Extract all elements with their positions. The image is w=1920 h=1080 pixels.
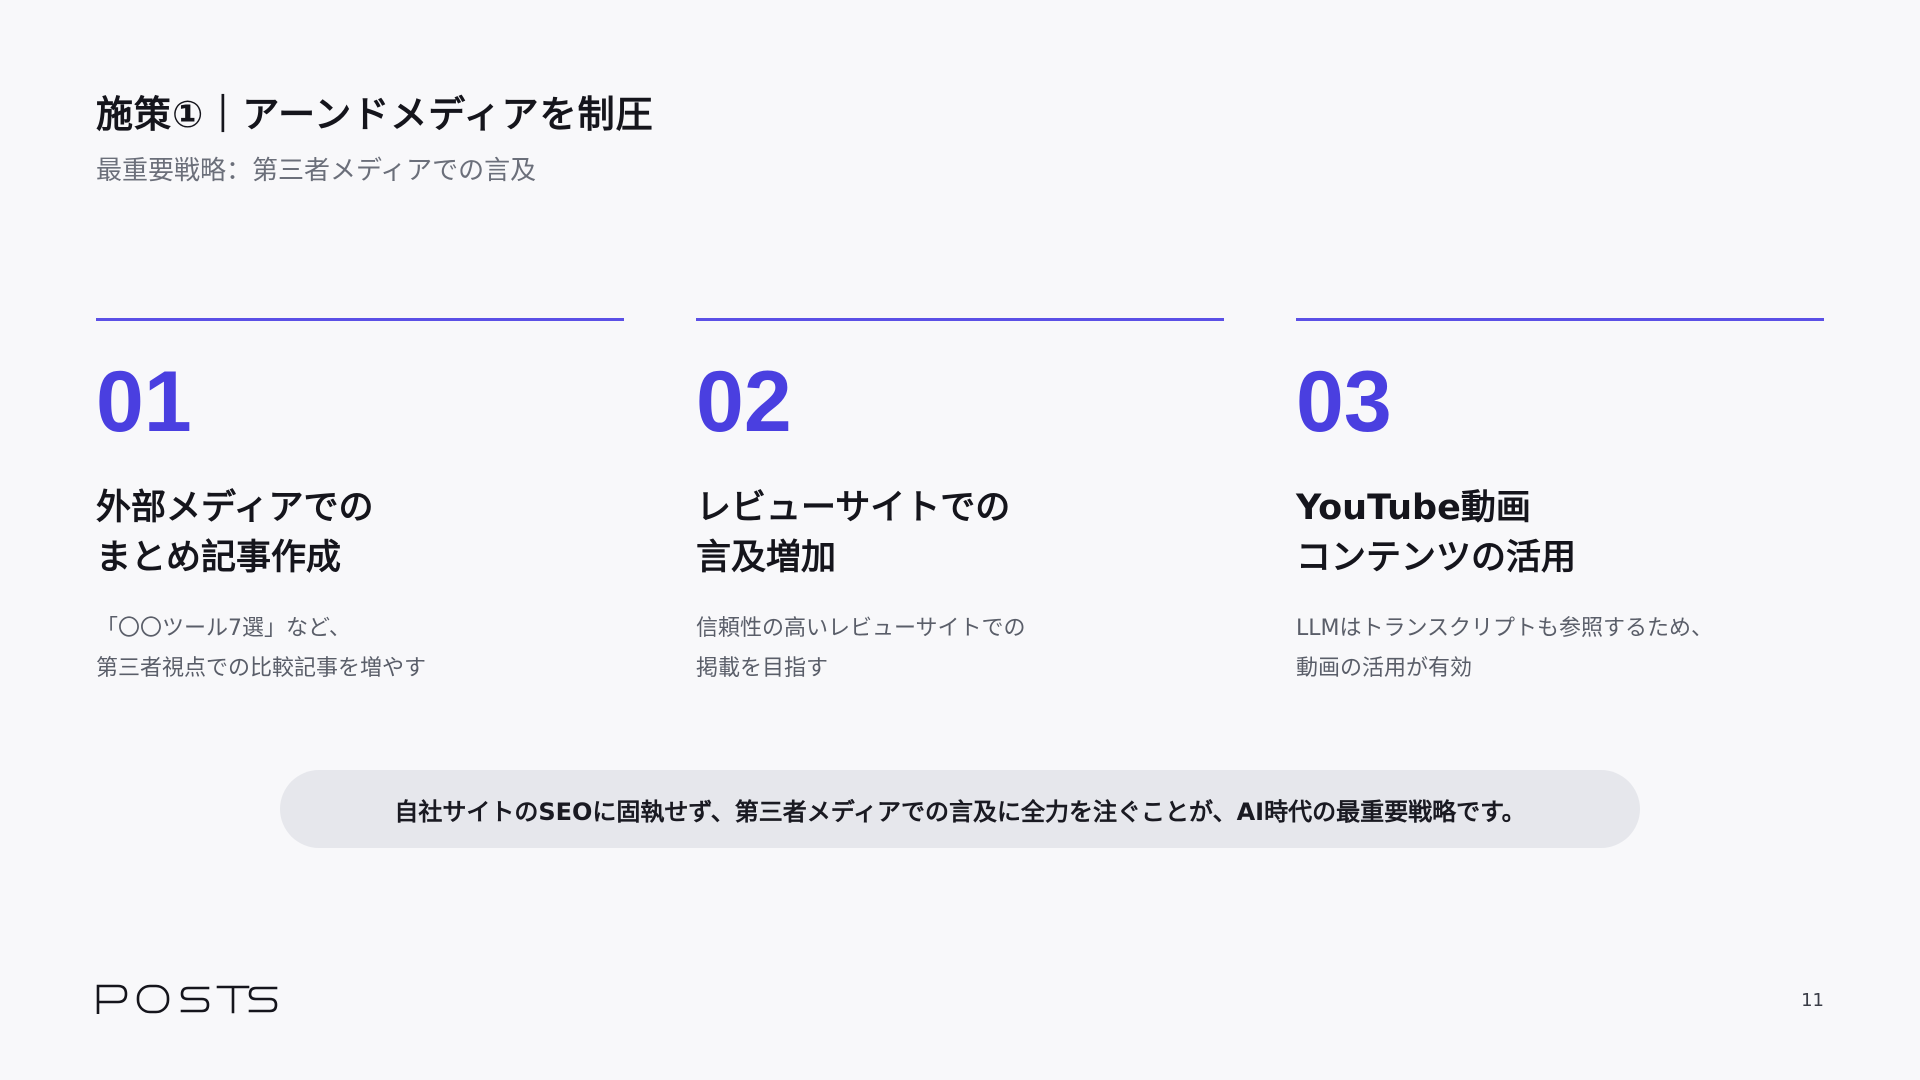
strategy-column-03: 03 YouTube動画 コンテンツの活用 LLMはトランスクリプトも参照するた… (1296, 318, 1824, 689)
key-message-banner: 自社サイトのSEOに固執せず、第三者メディアでの言及に全力を注ぐことが、AI時代… (280, 770, 1640, 848)
column-number: 01 (96, 354, 192, 450)
banner-text: 自社サイトのSEOに固執せず、第三者メディアでの言及に全力を注ぐことが、AI時代… (394, 797, 1526, 826)
column-body: 「〇〇ツール7選」など、 第三者視点での比較記事を増やす (96, 616, 427, 681)
strategy-columns: 01 外部メディアでの まとめ記事作成 「〇〇ツール7選」など、 第三者視点での… (96, 318, 1824, 689)
strategy-column-02: 02 レビューサイトでの 言及増加 信頼性の高いレビューサイトでの 掲載を目指す (696, 318, 1224, 689)
page-title: 施策①｜アーンドメディアを制圧 (96, 93, 654, 136)
column-number: 02 (696, 354, 792, 450)
posts-logo (96, 984, 278, 1014)
column-body: 信頼性の高いレビューサイトでの 掲載を目指す (696, 616, 1026, 681)
strategy-column-01: 01 外部メディアでの まとめ記事作成 「〇〇ツール7選」など、 第三者視点での… (96, 318, 624, 689)
column-number: 03 (1296, 354, 1392, 450)
column-body: LLMはトランスクリプトも参照するため、 動画の活用が有効 (1296, 616, 1714, 681)
column-rule (696, 318, 1224, 321)
column-rule (1296, 318, 1824, 321)
column-heading: レビューサイトでの 言及増加 (696, 488, 1011, 578)
slide: 施策①｜アーンドメディアを制圧 最重要戦略：第三者メディアでの言及 01 外部メ… (0, 0, 1920, 1080)
page-subtitle: 最重要戦略：第三者メディアでの言及 (96, 156, 537, 186)
column-heading: YouTube動画 コンテンツの活用 (1296, 488, 1577, 578)
column-rule (96, 318, 624, 321)
page-number: 11 (1801, 990, 1824, 1011)
column-heading: 外部メディアでの まとめ記事作成 (96, 488, 374, 578)
